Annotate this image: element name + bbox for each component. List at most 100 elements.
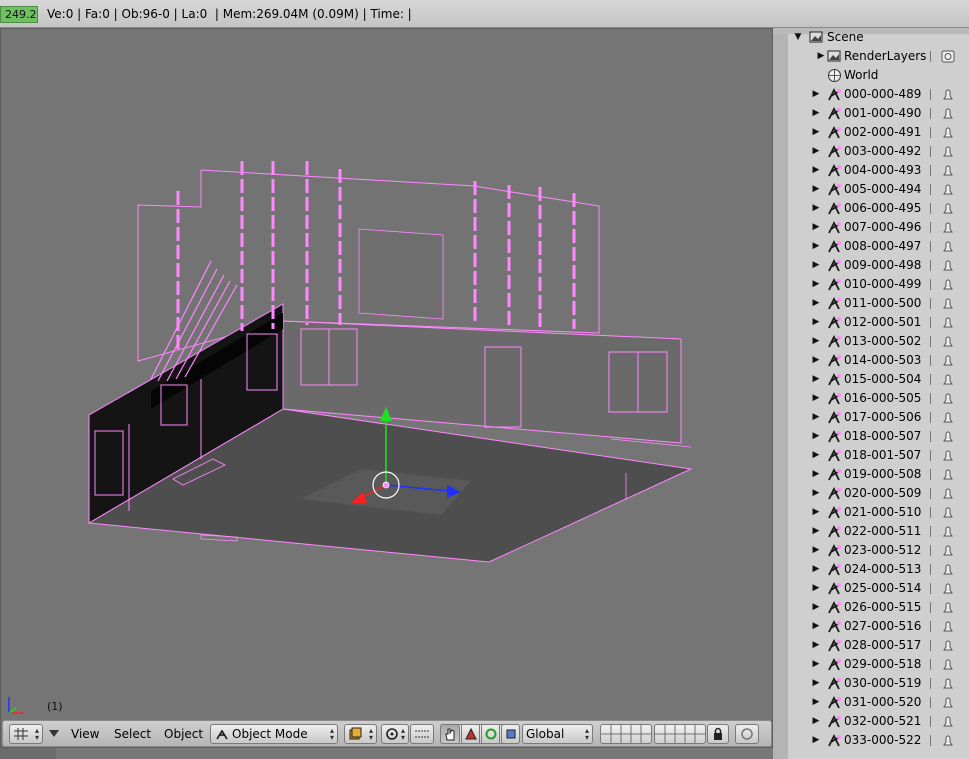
outliner-object-row[interactable]: ▶ 031-000-520: [773, 693, 969, 712]
collapsed-arrow-icon[interactable]: ▶: [811, 199, 821, 218]
outliner-object-row[interactable]: ▶ 009-000-498: [773, 256, 969, 275]
restrict-view-icon[interactable]: [940, 182, 956, 197]
outliner-renderlayers-row[interactable]: ▶ RenderLayers: [773, 47, 969, 66]
collapsed-arrow-icon[interactable]: ▶: [811, 446, 821, 465]
outliner-object-row[interactable]: ▶ 015-000-504: [773, 370, 969, 389]
object-menu[interactable]: Object: [164, 727, 203, 741]
render-camera-icon[interactable]: [940, 49, 956, 64]
collapsed-arrow-icon[interactable]: ▶: [811, 655, 821, 674]
outliner-object-row[interactable]: ▶ 006-000-495: [773, 199, 969, 218]
outliner-object-row[interactable]: ▶ 024-000-513: [773, 560, 969, 579]
collapsed-arrow-icon[interactable]: ▶: [811, 731, 821, 750]
outliner-object-row[interactable]: ▶ 022-000-511: [773, 522, 969, 541]
outliner-object-row[interactable]: ▶ 028-000-517: [773, 636, 969, 655]
collapsed-arrow-icon[interactable]: ▶: [816, 47, 826, 66]
collapsed-arrow-icon[interactable]: ▶: [811, 351, 821, 370]
mode-dropdown[interactable]: Object Mode ▴ ▾: [210, 724, 338, 744]
outliner-object-row[interactable]: ▶ 010-000-499: [773, 275, 969, 294]
collapsed-arrow-icon[interactable]: ▶: [811, 674, 821, 693]
outliner-object-row[interactable]: ▶ 003-000-492: [773, 142, 969, 161]
restrict-view-icon[interactable]: [940, 619, 956, 634]
outliner-object-row[interactable]: ▶ 018-000-507: [773, 427, 969, 446]
outliner-object-row[interactable]: ▶ 004-000-493: [773, 161, 969, 180]
header-collapse-icon[interactable]: [49, 730, 59, 738]
restrict-view-icon[interactable]: [940, 220, 956, 235]
outliner-object-row[interactable]: ▶ 027-000-516: [773, 617, 969, 636]
collapsed-arrow-icon[interactable]: ▶: [811, 218, 821, 237]
restrict-view-icon[interactable]: [940, 296, 956, 311]
collapsed-arrow-icon[interactable]: ▶: [811, 275, 821, 294]
outliner-object-row[interactable]: ▶ 020-000-509: [773, 484, 969, 503]
collapsed-arrow-icon[interactable]: ▶: [811, 636, 821, 655]
restrict-view-icon[interactable]: [940, 695, 956, 710]
restrict-view-icon[interactable]: [940, 201, 956, 216]
restrict-view-icon[interactable]: [940, 315, 956, 330]
collapsed-arrow-icon[interactable]: ▶: [811, 85, 821, 104]
collapsed-arrow-icon[interactable]: ▶: [811, 712, 821, 731]
pivot-align-toggle[interactable]: [410, 724, 434, 744]
restrict-view-icon[interactable]: [940, 524, 956, 539]
shading-dropdown[interactable]: ▴ ▾: [344, 724, 377, 744]
collapsed-arrow-icon[interactable]: ▶: [811, 617, 821, 636]
outliner-object-row[interactable]: ▶ 030-000-519: [773, 674, 969, 693]
restrict-view-icon[interactable]: [940, 448, 956, 463]
outliner-object-row[interactable]: ▶ 008-000-497: [773, 237, 969, 256]
outliner-object-row[interactable]: ▶ 033-000-522: [773, 731, 969, 750]
outliner-object-row[interactable]: ▶ 018-001-507: [773, 446, 969, 465]
collapsed-arrow-icon[interactable]: ▶: [811, 598, 821, 617]
collapsed-arrow-icon[interactable]: ▶: [811, 370, 821, 389]
restrict-view-icon[interactable]: [940, 581, 956, 596]
restrict-view-icon[interactable]: [940, 372, 956, 387]
outliner-object-row[interactable]: ▶ 002-000-491: [773, 123, 969, 142]
collapsed-arrow-icon[interactable]: ▶: [811, 541, 821, 560]
collapsed-arrow-icon[interactable]: ▶: [811, 522, 821, 541]
collapsed-arrow-icon[interactable]: ▶: [811, 465, 821, 484]
collapsed-arrow-icon[interactable]: ▶: [811, 180, 821, 199]
3d-viewport[interactable]: (1): [0, 28, 773, 748]
restrict-view-icon[interactable]: [940, 543, 956, 558]
restrict-view-icon[interactable]: [940, 87, 956, 102]
collapsed-arrow-icon[interactable]: ▶: [811, 142, 821, 161]
restrict-view-icon[interactable]: [940, 125, 956, 140]
outliner-object-row[interactable]: ▶ 001-000-490: [773, 104, 969, 123]
collapsed-arrow-icon[interactable]: ▶: [811, 256, 821, 275]
restrict-view-icon[interactable]: [940, 410, 956, 425]
collapsed-arrow-icon[interactable]: ▶: [811, 313, 821, 332]
restrict-view-icon[interactable]: [940, 657, 956, 672]
select-menu[interactable]: Select: [114, 727, 151, 741]
layer-block-2[interactable]: [654, 724, 706, 744]
outliner-object-row[interactable]: ▶ 011-000-500: [773, 294, 969, 313]
restrict-view-icon[interactable]: [940, 144, 956, 159]
collapsed-arrow-icon[interactable]: ▶: [811, 560, 821, 579]
restrict-view-icon[interactable]: [940, 391, 956, 406]
layer-lock-toggle[interactable]: [707, 724, 729, 744]
restrict-view-icon[interactable]: [940, 600, 956, 615]
outliner-object-row[interactable]: ▶ 005-000-494: [773, 180, 969, 199]
collapsed-arrow-icon[interactable]: ▶: [811, 408, 821, 427]
rotate-toggle[interactable]: [481, 724, 500, 744]
outliner-object-row[interactable]: ▶ 016-000-505: [773, 389, 969, 408]
collapsed-arrow-icon[interactable]: ▶: [811, 389, 821, 408]
outliner-object-row[interactable]: ▶ 026-000-515: [773, 598, 969, 617]
outliner-object-row[interactable]: ▶ 013-000-502: [773, 332, 969, 351]
outliner-object-row[interactable]: ▶ 000-000-489: [773, 85, 969, 104]
manipulator-toggle[interactable]: [440, 724, 460, 744]
outliner-scene-row[interactable]: ▼ Scene: [773, 28, 969, 47]
outliner-object-row[interactable]: ▶ 029-000-518: [773, 655, 969, 674]
outliner-object-row[interactable]: ▶ 014-000-503: [773, 351, 969, 370]
outliner-object-row[interactable]: ▶ 021-000-510: [773, 503, 969, 522]
outliner-object-row[interactable]: ▶ 007-000-496: [773, 218, 969, 237]
restrict-view-icon[interactable]: [940, 638, 956, 653]
render-preview-button[interactable]: [735, 724, 759, 744]
collapsed-arrow-icon[interactable]: ▶: [811, 693, 821, 712]
restrict-view-icon[interactable]: [940, 505, 956, 520]
collapsed-arrow-icon[interactable]: ▶: [811, 427, 821, 446]
outliner-panel[interactable]: ▼ Scene ▶ RenderLayers World ▶ 000-000-48…: [773, 28, 969, 759]
collapsed-arrow-icon[interactable]: ▶: [811, 332, 821, 351]
expanded-arrow-icon[interactable]: ▼: [793, 28, 803, 47]
outliner-object-row[interactable]: ▶ 012-000-501: [773, 313, 969, 332]
collapsed-arrow-icon[interactable]: ▶: [811, 237, 821, 256]
restrict-view-icon[interactable]: [940, 334, 956, 349]
restrict-view-icon[interactable]: [940, 106, 956, 121]
collapsed-arrow-icon[interactable]: ▶: [811, 579, 821, 598]
